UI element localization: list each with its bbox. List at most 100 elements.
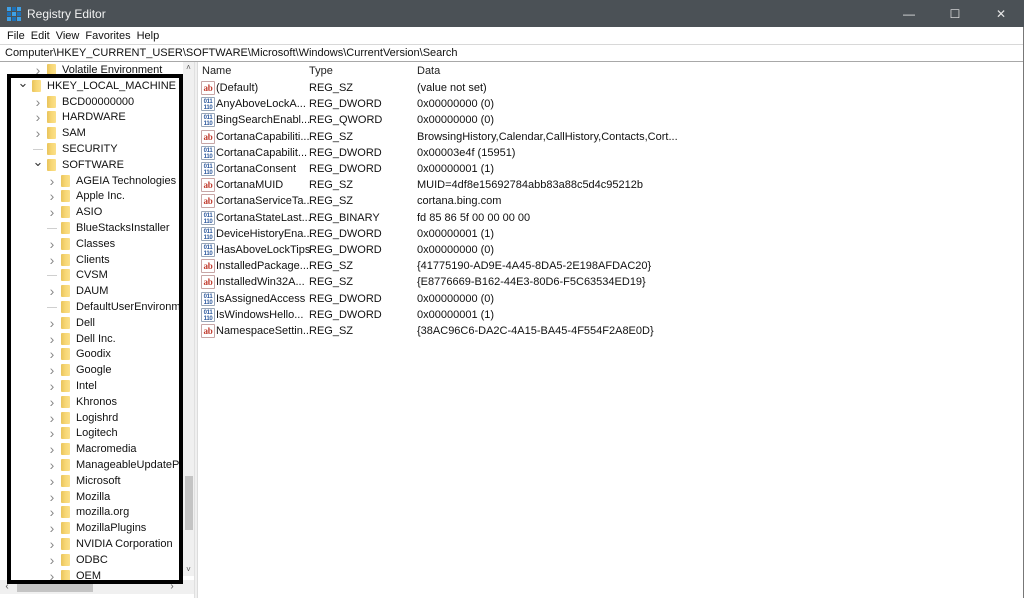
tree-vertical-scrollbar[interactable]: ˄ ˅ [183,62,194,576]
menu-favorites[interactable]: Favorites [82,30,133,42]
tree-item-label: ASIO [76,206,103,219]
value-row[interactable]: 011 110 AnyAboveLockA... REG_DWORD 0x0000000… [198,96,1024,112]
tree-item[interactable]: › DAUM [47,283,109,299]
tree-item[interactable]: › Logishrd [47,410,119,426]
scroll-right-arrow[interactable]: › [166,580,178,594]
chevron-right-icon[interactable]: › [47,394,57,410]
string-value-icon: ab [201,194,215,209]
chevron-right-icon[interactable]: › [33,94,43,110]
column-header-type[interactable]: Type [309,63,333,80]
chevron-right-icon[interactable]: › [47,236,57,252]
tree-item[interactable]: › Logitech [47,425,118,441]
tree-item[interactable]: › Goodix [47,346,111,362]
value-row[interactable]: ab CortanaCapabiliti... REG_SZ BrowsingHist… [198,129,1024,145]
value-row[interactable]: ab CortanaServiceTa... REG_SZ cortana.bing.… [198,193,1024,209]
chevron-right-icon[interactable]: › [33,62,43,78]
chevron-right-icon[interactable]: › [47,188,57,204]
value-row[interactable]: 011 110 CortanaCapabilit... REG_DWORD 0x0000… [198,145,1024,161]
tree-item[interactable]: › Macromedia [47,441,137,457]
chevron-right-icon[interactable]: › [47,204,57,220]
maximize-button[interactable]: ☐ [932,0,978,27]
tree-item[interactable]: › Classes [47,236,115,252]
value-row[interactable]: ab InstalledPackage... REG_SZ {41775190-AD9… [198,258,1024,274]
scroll-down-arrow[interactable]: ˅ [183,564,194,576]
chevron-down-icon[interactable]: ⌄ [33,154,44,170]
chevron-right-icon[interactable]: › [47,410,57,426]
value-row[interactable]: 011 110 BingSearchEnabl... REG_QWORD 0x00000… [198,112,1024,128]
chevron-right-icon[interactable]: › [47,520,57,536]
column-header-name[interactable]: Name [202,63,231,80]
scroll-thumb-horizontal[interactable] [17,582,93,592]
chevron-right-icon[interactable]: › [47,552,57,568]
chevron-right-icon[interactable]: › [47,346,57,362]
tree-item[interactable]: › Microsoft [47,473,121,489]
chevron-right-icon[interactable]: › [33,125,43,141]
value-row[interactable]: 011 110 HasAboveLockTips REG_DWORD 0x0000000… [198,242,1024,258]
address-bar[interactable]: Computer\HKEY_CURRENT_USER\SOFTWARE\Micr… [0,44,1024,62]
tree-item[interactable]: BlueStacksInstaller [47,220,170,236]
chevron-right-icon[interactable]: › [47,504,57,520]
tree-item[interactable]: › Dell Inc. [47,331,116,347]
chevron-down-icon[interactable]: ⌄ [18,75,29,91]
value-row[interactable]: 011 110 DeviceHistoryEna... REG_DWORD 0x0000… [198,226,1024,242]
tree-item[interactable]: › mozilla.org [47,504,130,520]
chevron-right-icon[interactable]: › [47,378,57,394]
chevron-right-icon[interactable]: › [47,489,57,505]
close-button[interactable]: ✕ [978,0,1024,27]
chevron-right-icon[interactable]: › [47,173,57,189]
tree-item[interactable]: DefaultUserEnvironme [47,299,187,315]
tree-horizontal-scrollbar[interactable]: ‹ › [0,580,194,594]
menu-view[interactable]: View [53,30,83,42]
chevron-right-icon[interactable]: › [47,473,57,489]
column-header-data[interactable]: Data [417,63,440,80]
tree-item[interactable]: › ASIO [47,204,103,220]
tree-item[interactable]: › AGEIA Technologies [47,173,176,189]
tree-item[interactable]: › Dell [47,315,95,331]
value-row[interactable]: ab CortanaMUID REG_SZ MUID=4df8e15692784abb… [198,177,1024,193]
tree-item[interactable]: › SAM [33,125,86,141]
value-row[interactable]: ab NamespaceSettin... REG_SZ {38AC96C6-DA2C… [198,323,1024,339]
tree-item[interactable]: ⌄ HKEY_LOCAL_MACHINE [18,75,176,94]
value-row[interactable]: 011 110 IsWindowsHello... REG_DWORD 0x000000… [198,307,1024,323]
tree-item[interactable]: › Intel [47,378,97,394]
menu-edit[interactable]: Edit [28,30,53,42]
chevron-right-icon[interactable]: › [47,252,57,268]
tree-item-label: AGEIA Technologies [76,174,177,187]
chevron-right-icon[interactable]: › [47,457,57,473]
tree-item[interactable]: › Mozilla [47,489,111,505]
menu-file[interactable]: File [4,30,28,42]
minimize-button[interactable]: — [886,0,932,27]
chevron-right-icon[interactable]: › [47,315,57,331]
tree-item[interactable]: SECURITY [33,141,118,157]
tree-item[interactable]: › ManageableUpdatePa [47,457,186,473]
chevron-right-icon[interactable]: › [47,331,57,347]
value-row[interactable]: 011 110 CortanaConsent REG_DWORD 0x00000001 … [198,161,1024,177]
chevron-right-icon[interactable]: › [47,441,57,457]
tree-item[interactable]: › Clients [47,252,110,268]
chevron-right-icon[interactable]: › [47,425,57,441]
menu-help[interactable]: Help [134,30,163,42]
value-row[interactable]: 011 110 IsAssignedAccess REG_DWORD 0x0000000… [198,291,1024,307]
tree-item[interactable]: › Khronos [47,394,117,410]
value-row[interactable]: ab InstalledWin32A... REG_SZ {E8776669-B162… [198,274,1024,290]
value-row[interactable]: 011 110 CortanaStateLast... REG_BINARY fd 85… [198,210,1024,226]
tree-item[interactable]: › MozillaPlugins [47,520,147,536]
tree-item[interactable]: › Apple Inc. [47,188,125,204]
scroll-thumb[interactable] [185,476,193,530]
scroll-up-arrow[interactable]: ˄ [183,62,194,74]
folder-icon [47,95,56,108]
chevron-right-icon[interactable]: › [47,362,57,378]
chevron-right-icon[interactable]: › [47,283,57,299]
tree-item[interactable]: › HARDWARE [33,109,126,125]
value-row[interactable]: ab (Default) REG_SZ (value not set) [198,80,1024,96]
tree-item[interactable]: › Volatile Environment [33,62,163,78]
chevron-right-icon[interactable]: › [47,536,57,552]
tree-item[interactable]: CVSM [47,267,108,283]
scroll-left-arrow[interactable]: ‹ [1,580,13,594]
tree-item[interactable]: ⌄ SOFTWARE [33,154,124,173]
tree-item[interactable]: › NVIDIA Corporation [47,536,173,552]
tree-item[interactable]: › ODBC [47,552,108,568]
tree-item[interactable]: › Google [47,362,112,378]
chevron-right-icon[interactable]: › [33,109,43,125]
tree-item[interactable]: › BCD00000000 [33,94,135,110]
